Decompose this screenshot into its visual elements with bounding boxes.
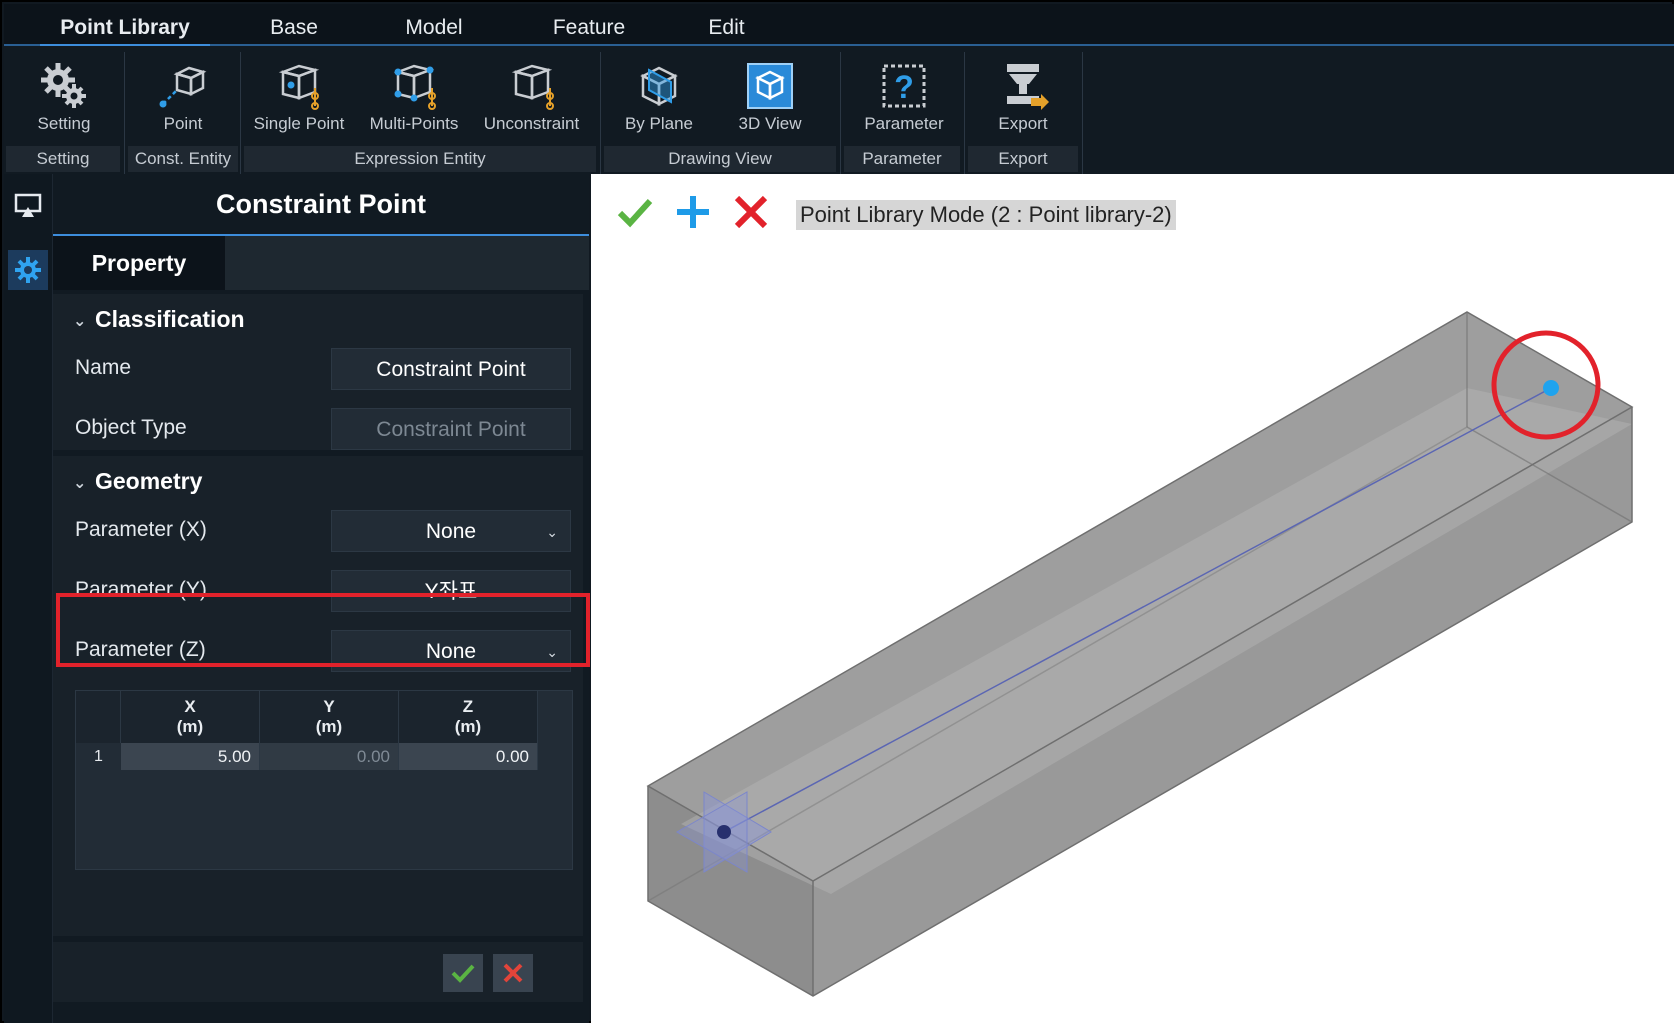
- parameter-y-highlight-box: [56, 593, 590, 667]
- parameter-x-select[interactable]: None ⌄: [331, 510, 571, 552]
- multi-points-icon: [393, 64, 436, 110]
- ribbon-separator: [1082, 52, 1083, 178]
- column-y-unit: (m): [315, 717, 343, 736]
- geometry-section: ⌄ Geometry Parameter (X) None ⌄ Parameter…: [53, 456, 583, 936]
- classification-header[interactable]: ⌄ Classification: [73, 306, 245, 333]
- menu-feature[interactable]: Feature: [539, 4, 639, 44]
- setting-button-label: Setting: [37, 114, 91, 133]
- column-x-axis: X: [184, 697, 196, 716]
- multi-points-button-label: Multi-Points: [369, 114, 459, 133]
- column-x-unit: (m): [176, 717, 204, 736]
- gear-icon: [15, 257, 41, 283]
- menu-model[interactable]: Model: [389, 4, 479, 44]
- menu-point-library[interactable]: Point Library: [40, 4, 210, 47]
- single-point-button-label: Single Point: [253, 114, 345, 133]
- column-z-axis: Z: [462, 697, 474, 716]
- export-button-label: Export: [998, 114, 1048, 133]
- column-header-x: X (m): [121, 691, 260, 743]
- name-label: Name: [75, 356, 132, 379]
- panel-title: Constraint Point: [216, 189, 426, 219]
- app-window: Point Library Base Model Feature Edit Se…: [0, 0, 1674, 1023]
- display-panel-button[interactable]: [8, 186, 48, 226]
- chevron-down-icon: ⌄: [73, 474, 87, 492]
- cell-y-value: 0.00: [260, 743, 399, 770]
- cell-x-value[interactable]: 5.00: [121, 743, 260, 770]
- property-panel-button[interactable]: [8, 250, 48, 290]
- menu-base[interactable]: Base: [254, 4, 334, 44]
- panel-tab-bar: Property: [53, 234, 589, 290]
- ribbon-separator: [840, 52, 841, 178]
- object-type-label: Object Type: [75, 416, 187, 439]
- tab-property[interactable]: Property: [53, 236, 225, 290]
- classification-section: ⌄ Classification Name Constraint Point Ob…: [53, 294, 583, 450]
- geometry-title: Geometry: [95, 468, 203, 494]
- group-drawing-view-label: Drawing View: [604, 146, 836, 172]
- group-parameter-label: Parameter: [844, 146, 960, 172]
- unconstraint-icon: [511, 64, 554, 110]
- constraint-point-marker[interactable]: [1543, 380, 1559, 396]
- parameter-x-label: Parameter (X): [75, 518, 207, 541]
- column-header-y: Y (m): [260, 691, 399, 743]
- ribbon-separator: [964, 52, 965, 178]
- cancel-button[interactable]: [493, 954, 533, 992]
- ribbon-separator: [600, 52, 601, 178]
- svg-text:?: ?: [894, 69, 914, 105]
- menu-bar: Point Library Base Model Feature Edit: [4, 4, 1674, 47]
- chevron-down-icon: ⌄: [73, 312, 87, 330]
- gear-icon: [41, 63, 86, 108]
- parameter-button-label: Parameter: [864, 114, 944, 133]
- beam-model: [646, 311, 1634, 997]
- column-header-z: Z (m): [399, 691, 538, 743]
- coordinate-table: X (m) Y (m) Z (m) 1 5.00 0.00 0.00: [75, 690, 573, 870]
- point-button-label: Point: [163, 114, 203, 133]
- by-plane-icon: [640, 66, 678, 107]
- point-cube-icon: [159, 66, 207, 108]
- group-export-label: Export: [968, 146, 1078, 172]
- beam-inner-face: [681, 388, 1632, 894]
- classification-title: Classification: [95, 306, 245, 332]
- column-z-unit: (m): [454, 717, 482, 736]
- group-setting-label: Setting: [6, 146, 120, 172]
- group-const-entity-label: Const. Entity: [128, 146, 238, 172]
- ribbon-separator: [124, 52, 125, 178]
- panel-footer: [53, 942, 583, 1002]
- by-plane-button-label: By Plane: [624, 114, 694, 133]
- object-type-field: Constraint Point: [331, 408, 571, 450]
- 3d-view-icon: [747, 63, 793, 109]
- group-expression-entity-label: Expression Entity: [244, 146, 596, 172]
- ribbon-toolbar: Setting Point Single Point Multi-Points …: [4, 46, 1674, 178]
- column-y-axis: Y: [323, 697, 335, 716]
- close-icon: [503, 963, 523, 983]
- side-toolbar: [4, 174, 53, 1023]
- geometry-header[interactable]: ⌄ Geometry: [73, 468, 202, 495]
- chevron-down-icon: ⌄: [546, 524, 558, 540]
- table-corner-header: [76, 691, 121, 743]
- name-field[interactable]: Constraint Point: [331, 348, 571, 390]
- unconstraint-button-label: Unconstraint: [483, 114, 580, 133]
- parameter-x-value: None: [425, 520, 477, 543]
- export-icon: [1007, 64, 1049, 110]
- confirm-button[interactable]: [443, 954, 483, 992]
- single-point-icon: [278, 64, 320, 110]
- menu-edit[interactable]: Edit: [694, 4, 759, 44]
- parameter-icon: ?: [882, 64, 926, 108]
- 3d-viewport[interactable]: Point Library Mode (2 : Point library-2): [591, 174, 1674, 1023]
- cell-z-value[interactable]: 0.00: [399, 743, 538, 770]
- 3d-view-button-label: 3D View: [738, 114, 802, 133]
- check-icon: [451, 964, 475, 983]
- ribbon-separator: [240, 52, 241, 178]
- row-number: 1: [94, 748, 103, 765]
- monitor-icon: [14, 193, 42, 217]
